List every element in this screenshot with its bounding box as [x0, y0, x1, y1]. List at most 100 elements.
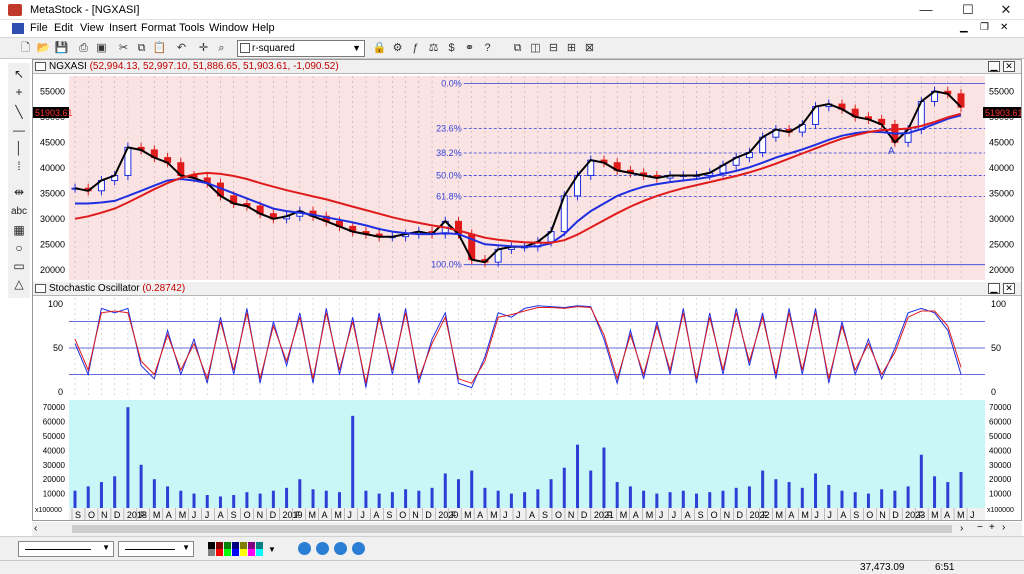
crosshair-tool-icon[interactable]: +: [8, 83, 30, 101]
lock-icon[interactable]: 🔒: [372, 41, 387, 56]
x-axis-label: F: [762, 510, 768, 520]
formula-icon[interactable]: ƒ: [408, 41, 423, 56]
crosshair-icon[interactable]: ✛: [196, 41, 211, 56]
volume-bar: [443, 473, 447, 508]
scroll-right-icon[interactable]: ›: [960, 523, 963, 534]
x-axis-label: A: [529, 510, 535, 520]
volume-bar: [311, 489, 315, 508]
volume-tick-right: 10000: [989, 490, 1012, 499]
rectangle-tool-icon[interactable]: ▭: [8, 257, 30, 275]
undo-icon[interactable]: ↶: [174, 41, 189, 56]
zoom-in-icon[interactable]: +: [989, 522, 995, 533]
stoch-tick-right: 50: [991, 343, 1001, 353]
explorer-icon[interactable]: $: [444, 41, 459, 56]
x-axis-label: F: [140, 510, 146, 520]
trendline-tool-icon[interactable]: ╲: [8, 103, 30, 121]
document-icon[interactable]: [12, 23, 24, 34]
horizontal-scrollbar[interactable]: ‹ › − + ›: [32, 522, 1022, 536]
volume-bar: [933, 476, 937, 508]
volume-bar: [562, 467, 566, 508]
zoom-out-icon[interactable]: −: [977, 522, 983, 533]
text-tool-icon[interactable]: abc: [8, 203, 30, 221]
menu-edit[interactable]: Edit: [54, 22, 73, 34]
save-icon[interactable]: 💾: [54, 41, 69, 56]
scroll-thumb[interactable]: [72, 525, 952, 533]
new-icon[interactable]: 🗋: [18, 41, 33, 56]
chart-style-icon[interactable]: [334, 542, 347, 555]
price-tick-left: 30000: [40, 214, 65, 224]
zoom-icon[interactable]: ⌕: [214, 41, 229, 56]
horizontal-line-tool-icon[interactable]: —: [8, 121, 30, 139]
x-axis-label: D: [737, 510, 744, 520]
open-icon[interactable]: 📂: [36, 41, 51, 56]
line-style-dropdown[interactable]: ▼: [18, 541, 114, 557]
x-axis-label: S: [542, 510, 548, 520]
chart-style-icon[interactable]: [316, 542, 329, 555]
x-axis-label: J: [205, 510, 210, 520]
minimize-button[interactable]: —: [908, 0, 944, 20]
menu-file[interactable]: File: [30, 22, 48, 34]
scroll-end-icon[interactable]: ›: [1002, 522, 1005, 533]
mdi-close-icon[interactable]: ✕: [1000, 22, 1008, 33]
cut-icon[interactable]: ✂: [116, 41, 131, 56]
x-axis-label: N: [412, 510, 419, 520]
volume-bar: [496, 490, 500, 508]
vertical-line-tool-icon[interactable]: │: [8, 139, 30, 157]
print-preview-icon[interactable]: ▣: [94, 41, 109, 56]
expert-advisor-icon[interactable]: ⚙: [390, 41, 405, 56]
volume-bar: [232, 495, 236, 508]
chart-style-icon[interactable]: [352, 542, 365, 555]
cascade-windows-icon[interactable]: ⧉: [510, 41, 525, 56]
chart-canvas[interactable]: 0.0% 23.6% 38.2% 50.0% 61.8% 100.0% 55000 5500…: [33, 60, 1021, 520]
x-axis-label: A: [633, 510, 639, 520]
x-axis-label: J: [516, 510, 521, 520]
stoch-tick-right: 100: [991, 299, 1006, 309]
cycle-tool-icon[interactable]: ⇹: [8, 183, 30, 201]
context-help-icon[interactable]: ?: [480, 41, 495, 56]
volume-bar: [840, 490, 844, 508]
menu-window[interactable]: Window: [209, 22, 248, 34]
volume-bar: [628, 486, 632, 508]
copy-icon[interactable]: ⧉: [134, 41, 149, 56]
window-title: MetaStock - [NGXASI]: [30, 4, 140, 16]
x-axis-label: M: [308, 510, 316, 520]
maximize-button[interactable]: ☐: [950, 0, 986, 20]
indicator-builder-icon[interactable]: ⚖: [426, 41, 441, 56]
menu-tools[interactable]: Tools: [179, 22, 205, 34]
print-icon[interactable]: ⎙: [76, 41, 91, 56]
volume-tick-left: 20000: [43, 475, 66, 484]
indicator-dropdown[interactable]: r-squared ▼: [237, 40, 365, 57]
volume-bar: [787, 482, 791, 508]
wave-annotation-label: A: [888, 146, 895, 157]
tile-vertical-icon[interactable]: ◫: [528, 41, 543, 56]
volume-bar: [906, 486, 910, 508]
chart-style-icon[interactable]: [298, 542, 311, 555]
line-weight-dropdown[interactable]: ▼: [118, 541, 194, 557]
volume-bar: [721, 490, 725, 508]
binoculars-icon[interactable]: ⚭: [462, 41, 477, 56]
mdi-minimize-icon[interactable]: ▁: [960, 22, 968, 33]
ellipse-tool-icon[interactable]: ○: [8, 239, 30, 257]
grid-tool-icon[interactable]: ▦: [8, 221, 30, 239]
fib-level-label: 50.0%: [436, 170, 462, 180]
metastock-app-icon[interactable]: [8, 4, 22, 16]
main-toolbar: 🗋 📂 💾 ⎙ ▣ ✂ ⧉ 📋 ↶ ✛ ⌕ r-squared ▼ 🔒 ⚙ ƒ …: [0, 37, 1024, 59]
price-tick-right: 40000: [989, 163, 1014, 173]
menu-format[interactable]: Format: [141, 22, 176, 34]
mdi-restore-icon[interactable]: ❐: [980, 22, 989, 33]
fibonacci-tool-icon[interactable]: ⁞: [8, 157, 30, 175]
menu-insert[interactable]: Insert: [109, 22, 137, 34]
tile-horizontal-icon[interactable]: ⊟: [546, 41, 561, 56]
close-button[interactable]: ✕: [988, 0, 1024, 20]
pointer-tool-icon[interactable]: ↖: [8, 65, 30, 83]
scroll-left-icon[interactable]: ‹: [34, 523, 37, 534]
color-palette[interactable]: ▼: [208, 542, 278, 556]
menu-help[interactable]: Help: [252, 22, 275, 34]
chart-window[interactable]: NGXASI (52,994.13, 52,997.10, 51,886.65,…: [32, 59, 1022, 521]
volume-bar: [602, 447, 606, 508]
menu-view[interactable]: View: [80, 22, 104, 34]
paste-icon[interactable]: 📋: [152, 41, 167, 56]
tile-grid-icon[interactable]: ⊞: [564, 41, 579, 56]
triangle-tool-icon[interactable]: △: [8, 275, 30, 293]
arrange-icons-icon[interactable]: ⊠: [582, 41, 597, 56]
